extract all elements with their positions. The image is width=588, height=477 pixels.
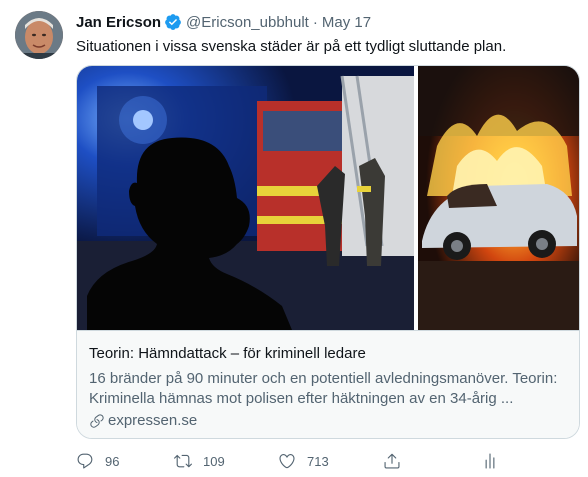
verified-badge-icon [165, 14, 181, 30]
separator-dot: · [312, 13, 318, 31]
card-domain-text: expressen.se [108, 412, 198, 429]
tweet-text: Situationen i vissa svenska städer är på… [76, 38, 507, 55]
card-description: 16 bränder på 90 minuter och en potentie… [89, 369, 575, 409]
card-body[interactable]: Teorin: Hämndattack – för kriminell leda… [77, 330, 579, 438]
card-domain[interactable]: expressen.se [89, 412, 197, 429]
card-description-line: Kriminella hämnas mot polisen efter häkt… [89, 390, 514, 407]
share-button[interactable] [383, 452, 401, 470]
analytics-icon [485, 453, 495, 469]
card-image[interactable] [77, 66, 579, 330]
reply-icon [77, 453, 93, 469]
handle[interactable]: @Ericson_ubbhult [186, 14, 309, 31]
display-name[interactable]: Jan Ericson [76, 14, 161, 31]
card-image-illustration [77, 66, 579, 330]
share-icon [384, 453, 400, 469]
tweet-date[interactable]: May 17 [322, 14, 371, 31]
like-count: 713 [307, 453, 329, 469]
retweet-button[interactable]: 109 [174, 452, 225, 470]
avatar-image [15, 11, 63, 59]
like-button[interactable]: 713 [278, 452, 329, 470]
retweet-count: 109 [203, 453, 225, 469]
card-title[interactable]: Teorin: Hämndattack – för kriminell leda… [89, 345, 366, 362]
tweet-actions: 96 109 713 [74, 452, 504, 472]
analytics-button[interactable] [481, 452, 499, 470]
heart-icon [279, 454, 295, 469]
link-card[interactable]: Teorin: Hämndattack – för kriminell leda… [76, 65, 580, 439]
card-description-line: 16 bränder på 90 minuter och en potentie… [89, 370, 558, 387]
link-icon [90, 413, 104, 428]
tweet[interactable]: Jan Ericson @Ericson_ubbhult · May 17 Si… [0, 0, 588, 477]
tweet-header: Jan Ericson @Ericson_ubbhult · May 17 [76, 12, 371, 32]
reply-count: 96 [105, 453, 120, 469]
avatar[interactable] [15, 11, 63, 59]
retweet-icon [174, 454, 192, 468]
reply-button[interactable]: 96 [76, 452, 119, 470]
